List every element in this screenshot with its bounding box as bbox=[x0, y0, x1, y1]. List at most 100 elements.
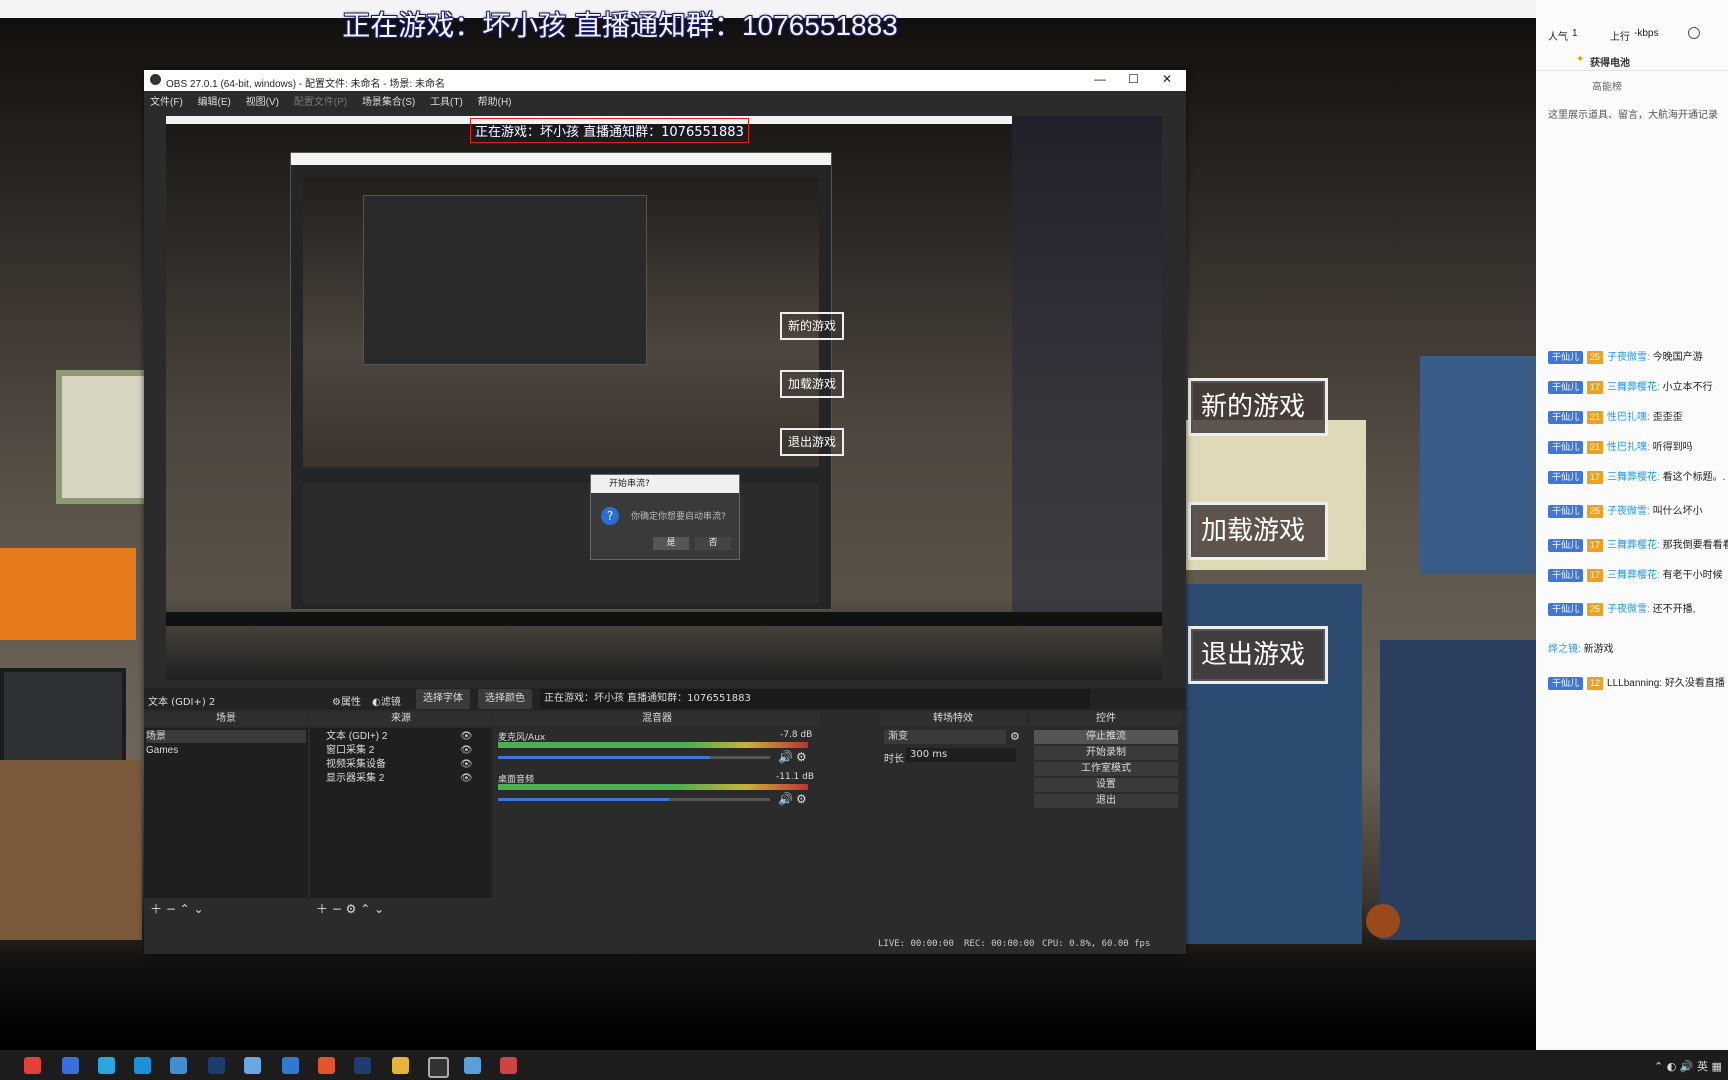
fan-badge: 干仙儿 bbox=[1548, 539, 1584, 552]
folder-icon[interactable] bbox=[392, 1057, 409, 1074]
volume-slider[interactable] bbox=[498, 756, 770, 759]
danmaku-user[interactable]: 三舞葬樱花: bbox=[1607, 382, 1663, 393]
menu-file[interactable]: 文件(F) bbox=[144, 91, 189, 110]
menu-tools[interactable]: 工具(T) bbox=[424, 91, 469, 110]
desk-decoration bbox=[0, 760, 142, 940]
maximize-icon[interactable]: ☐ bbox=[1128, 72, 1139, 86]
danmaku-user[interactable]: 性巴扎嘿: bbox=[1607, 442, 1653, 453]
poster-decoration bbox=[56, 370, 154, 504]
danmaku-header: 人气 1 上行 -kbps ✦ 获得电池 bbox=[1536, 0, 1728, 71]
new-game-button[interactable]: 新的游戏 bbox=[1188, 378, 1328, 436]
danmaku-panel: 人气 1 上行 -kbps ✦ 获得电池 高能榜 这里展示道具、留言，大航海开通… bbox=[1536, 0, 1728, 1050]
sources-list: 文本 (GDI+) 2 窗口采集 2 视频采集设备 显示器采集 2 👁 👁 👁 👁 bbox=[310, 728, 492, 898]
pumpkin-crate-decoration bbox=[0, 548, 136, 640]
scene-item[interactable]: Games bbox=[146, 744, 306, 757]
preview-taskbar bbox=[166, 612, 1162, 626]
danmaku-text: 看这个标题。. bbox=[1662, 472, 1726, 483]
speaker-icon[interactable]: 🔊 bbox=[778, 750, 793, 764]
danmaku-user[interactable]: 三舞葬樱花: bbox=[1607, 540, 1663, 551]
menu-edit[interactable]: 编辑(E) bbox=[192, 91, 237, 110]
properties-label: 属性 bbox=[340, 697, 361, 708]
steam-icon[interactable] bbox=[208, 1057, 225, 1074]
obs-logo-icon bbox=[150, 74, 161, 85]
source-add-remove-controls[interactable]: ＋ − ⚙ ⌃ ⌄ bbox=[316, 900, 384, 917]
start-stream-dialog: 开始串流? ? 你确定你想要启动串流? 是 否 bbox=[590, 474, 740, 560]
danmaku-user[interactable]: 烨之镜: bbox=[1548, 644, 1584, 655]
danmaku-user[interactable]: 子夜微雪: bbox=[1607, 604, 1653, 615]
properties-button[interactable]: ⚙属性 bbox=[332, 693, 361, 708]
select-color-button[interactable]: 选择颜色 bbox=[478, 689, 532, 709]
quit-game-button[interactable]: 退出游戏 bbox=[1188, 626, 1328, 684]
select-font-button[interactable]: 选择字体 bbox=[416, 689, 470, 709]
speaker-icon[interactable]: 🔊 bbox=[778, 792, 793, 806]
obs-icon[interactable] bbox=[428, 1057, 449, 1078]
gamepad-icon[interactable] bbox=[244, 1057, 261, 1074]
app-icon[interactable] bbox=[318, 1057, 335, 1074]
danmaku-message: 烨之镜: 新游戏 bbox=[1548, 640, 1614, 655]
obs-preview[interactable]: 正在游戏：坏小孩 直播通知群：1076551883 开始串流? ? 你确定你想要… bbox=[166, 116, 1162, 680]
rec-status: REC: 00:00:00 bbox=[964, 939, 1035, 949]
obs-window-title: OBS 27.0.1 (64-bit, windows) - 配置文件: 未命名… bbox=[166, 79, 445, 90]
app-icon[interactable] bbox=[62, 1057, 79, 1074]
minimize-icon[interactable]: — bbox=[1094, 72, 1106, 86]
menu-view[interactable]: 视图(V) bbox=[240, 91, 285, 110]
fan-level: 21 bbox=[1587, 441, 1604, 454]
game-icon[interactable] bbox=[500, 1057, 517, 1074]
menu-scene-collection[interactable]: 场景集合(S) bbox=[356, 91, 421, 110]
volume-slider-fill bbox=[498, 756, 711, 759]
danmaku-message: 干仙儿 25 子夜微雪: 叫什么坏小 bbox=[1548, 502, 1703, 518]
settings-button[interactable]: 设置 bbox=[1034, 778, 1178, 792]
stop-streaming-button[interactable]: 停止推流 bbox=[1034, 730, 1178, 744]
obs-title-bar: OBS 27.0.1 (64-bit, windows) - 配置文件: 未命名… bbox=[144, 70, 1186, 91]
gear-icon[interactable]: ⚙ bbox=[796, 792, 807, 806]
danmaku-user[interactable]: 子夜微雪: bbox=[1607, 352, 1653, 363]
scene-item[interactable]: 场景 bbox=[146, 730, 306, 743]
load-game-button[interactable]: 加载游戏 bbox=[1188, 502, 1328, 560]
scenes-dock: 场景 场景 Games ＋ − ⌃ ⌄ bbox=[144, 712, 308, 916]
popularity-value: 1 bbox=[1572, 28, 1578, 39]
fan-level: 12 bbox=[1587, 677, 1604, 690]
duration-label: 时长 bbox=[884, 754, 904, 765]
menu-help[interactable]: 帮助(H) bbox=[472, 91, 518, 110]
visibility-eye-icon[interactable]: 👁 👁 👁 👁 bbox=[460, 730, 473, 786]
app-icon[interactable] bbox=[134, 1057, 151, 1074]
exit-button[interactable]: 退出 bbox=[1034, 794, 1178, 808]
menu-profile[interactable]: 配置文件(P) bbox=[288, 91, 353, 110]
browser-icon[interactable] bbox=[98, 1057, 115, 1074]
app-icon[interactable] bbox=[464, 1057, 481, 1074]
ball-decoration bbox=[1366, 904, 1400, 938]
danmaku-text: 叫什么坏小 bbox=[1652, 506, 1703, 517]
text-value-input[interactable]: 正在游戏：坏小孩 直播通知群：1076551883 bbox=[540, 689, 1090, 709]
transition-type-select[interactable]: 渐变 bbox=[884, 730, 1006, 744]
tray-icons[interactable]: ⌃ ◐ 🔊 英 ▦ bbox=[1654, 1058, 1722, 1074]
filters-button[interactable]: ◐滤镜 bbox=[372, 693, 401, 708]
dialog-no-button[interactable]: 否 bbox=[695, 537, 731, 550]
rank-tab[interactable]: 高能榜 bbox=[1592, 78, 1622, 93]
settings-app-icon[interactable] bbox=[170, 1057, 187, 1074]
duration-input[interactable]: 300 ms bbox=[906, 748, 1016, 762]
monitor-decoration bbox=[0, 668, 126, 772]
danmaku-user[interactable]: 三舞葬樱花: bbox=[1607, 472, 1663, 483]
danmaku-user[interactable]: 子夜微雪: bbox=[1607, 506, 1653, 517]
danmaku-user[interactable]: 性巴扎嘿: bbox=[1607, 412, 1653, 423]
mixer-meter bbox=[498, 784, 808, 790]
steam-icon[interactable] bbox=[354, 1057, 371, 1074]
app-icon[interactable] bbox=[282, 1057, 299, 1074]
start-recording-button[interactable]: 开始录制 bbox=[1034, 746, 1178, 760]
radio-icon[interactable] bbox=[1688, 27, 1700, 39]
dialog-yes-button[interactable]: 是 bbox=[653, 537, 689, 550]
volume-slider[interactable] bbox=[498, 798, 770, 801]
fan-level: 25 bbox=[1587, 505, 1604, 518]
mixer-track-db: -7.8 dB bbox=[780, 730, 813, 740]
gear-icon[interactable]: ⚙ bbox=[1010, 730, 1020, 743]
danmaku-user[interactable]: 三舞葬樱花: bbox=[1607, 570, 1663, 581]
preview-text-source[interactable]: 正在游戏：坏小孩 直播通知群：1076551883 bbox=[470, 118, 749, 143]
studio-mode-button[interactable]: 工作室模式 bbox=[1034, 762, 1178, 776]
dialog-message: 你确定你想要启动串流? bbox=[631, 512, 726, 522]
netease-music-icon[interactable] bbox=[24, 1057, 41, 1074]
close-icon[interactable]: ✕ bbox=[1162, 72, 1172, 86]
danmaku-text: 那我倒要看看看 bbox=[1662, 540, 1728, 551]
scene-add-remove-controls[interactable]: ＋ − ⌃ ⌄ bbox=[150, 900, 204, 917]
gear-icon[interactable]: ⚙ bbox=[796, 750, 807, 764]
fan-badge: 干仙儿 bbox=[1548, 411, 1584, 424]
